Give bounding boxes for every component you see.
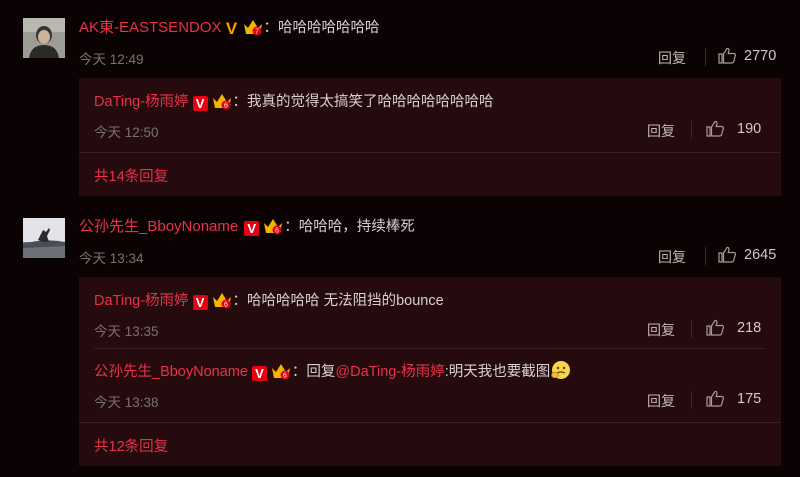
user-name[interactable]: 公孙先生_BboyNoname bbox=[94, 364, 248, 380]
vip-crown-icon: 6 bbox=[267, 363, 292, 380]
like-icon[interactable] bbox=[706, 120, 725, 137]
user-name[interactable]: 公孙先生_BboyNoname bbox=[79, 218, 238, 235]
reply-header: 公孙先生_BboyNoname V 6 ：回复@DaTing-杨雨婷:明天我也要截图 bbox=[94, 360, 572, 381]
mention-link[interactable]: @DaTing-杨雨婷 bbox=[335, 364, 444, 380]
separator: ： bbox=[291, 364, 307, 380]
more-replies-link[interactable]: 共14条回复 bbox=[94, 165, 168, 186]
divider bbox=[94, 348, 766, 349]
user-name[interactable]: DaTing-杨雨婷 bbox=[94, 293, 189, 309]
reply-panel: DaTing-杨雨婷 V 6 ：我真的觉得太搞笑了哈哈哈哈哈哈哈哈 今天 12:50 … bbox=[79, 78, 781, 196]
timestamp: 今天 13:34 bbox=[79, 251, 144, 266]
separator: ： bbox=[263, 20, 279, 36]
reply-panel: DaTing-杨雨婷 V 6 ：哈哈哈哈哈 无法阻挡的bounce 今天 13:35 … bbox=[79, 277, 781, 466]
divider bbox=[79, 152, 781, 153]
reply-text: :明天我也要截图 bbox=[444, 364, 551, 380]
comment-text: 哈哈哈哈哈哈哈 bbox=[278, 20, 380, 36]
comment-text: 哈哈哈，持续棒死 bbox=[298, 219, 415, 235]
reply-button[interactable]: 回复 bbox=[658, 48, 686, 68]
reply-button[interactable]: 回复 bbox=[658, 247, 686, 267]
reply-prefix: 回复 bbox=[306, 364, 336, 380]
timestamp: 今天 13:38 bbox=[94, 395, 159, 410]
divider bbox=[79, 422, 781, 423]
like-count: 190 bbox=[737, 121, 762, 137]
verified-icon: V bbox=[192, 295, 208, 310]
divider bbox=[705, 247, 706, 265]
reply-header: DaTing-杨雨婷 V 6 ：我真的觉得太搞笑了哈哈哈哈哈哈哈哈 bbox=[94, 90, 494, 111]
divider bbox=[691, 121, 692, 139]
timestamp: 今天 12:49 bbox=[79, 52, 144, 67]
verified-icon: V bbox=[192, 96, 208, 111]
reply-button[interactable]: 回复 bbox=[647, 121, 675, 141]
reply-text: 哈哈哈哈哈 无法阻挡的bounce bbox=[247, 293, 444, 309]
more-replies-link[interactable]: 共12条回复 bbox=[94, 435, 168, 456]
divider bbox=[691, 391, 692, 409]
like-icon[interactable] bbox=[718, 47, 737, 64]
user-name[interactable]: DaTing-杨雨婷 bbox=[94, 94, 189, 110]
separator: ： bbox=[284, 219, 299, 235]
separator: ： bbox=[232, 293, 248, 309]
divider bbox=[691, 320, 692, 338]
vip-crown-icon: 6 bbox=[259, 218, 284, 235]
like-count: 2770 bbox=[744, 48, 777, 64]
svg-text:6: 6 bbox=[224, 103, 228, 110]
reply-text: 我真的觉得太搞笑了哈哈哈哈哈哈哈哈 bbox=[247, 94, 494, 110]
verified-icon: V bbox=[244, 221, 260, 236]
svg-text:7: 7 bbox=[255, 29, 259, 36]
like-count: 175 bbox=[737, 391, 762, 407]
like-count: 2645 bbox=[744, 247, 777, 263]
comment-header: AK東-EASTSENDOX V 7 ：哈哈哈哈哈哈哈 bbox=[79, 16, 380, 37]
verified-icon: V bbox=[251, 366, 267, 381]
emoji-icon bbox=[550, 361, 572, 380]
svg-text:6: 6 bbox=[224, 302, 228, 309]
reply-button[interactable]: 回复 bbox=[647, 320, 675, 340]
reply-button[interactable]: 回复 bbox=[647, 391, 675, 411]
like-count: 218 bbox=[737, 320, 762, 336]
vip-crown-icon: 6 bbox=[208, 93, 233, 110]
verified-icon: V bbox=[225, 19, 238, 38]
separator: ： bbox=[232, 94, 248, 110]
user-name[interactable]: AK東-EASTSENDOX bbox=[79, 19, 222, 36]
like-icon[interactable] bbox=[718, 246, 737, 263]
divider bbox=[705, 48, 706, 66]
vip-crown-icon: 6 bbox=[208, 292, 233, 309]
avatar[interactable] bbox=[23, 18, 65, 58]
like-icon[interactable] bbox=[706, 390, 725, 407]
timestamp: 今天 12:50 bbox=[94, 125, 159, 140]
svg-text:6: 6 bbox=[275, 228, 279, 235]
svg-text:6: 6 bbox=[283, 373, 287, 380]
avatar[interactable] bbox=[23, 218, 65, 258]
timestamp: 今天 13:35 bbox=[94, 324, 159, 339]
reply-header: DaTing-杨雨婷 V 6 ：哈哈哈哈哈 无法阻挡的bounce bbox=[94, 289, 444, 310]
comment-header: 公孙先生_BboyNoname V 6 ：哈哈哈，持续棒死 bbox=[79, 215, 415, 236]
like-icon[interactable] bbox=[706, 319, 725, 336]
vip-crown-icon: 7 bbox=[239, 19, 264, 36]
